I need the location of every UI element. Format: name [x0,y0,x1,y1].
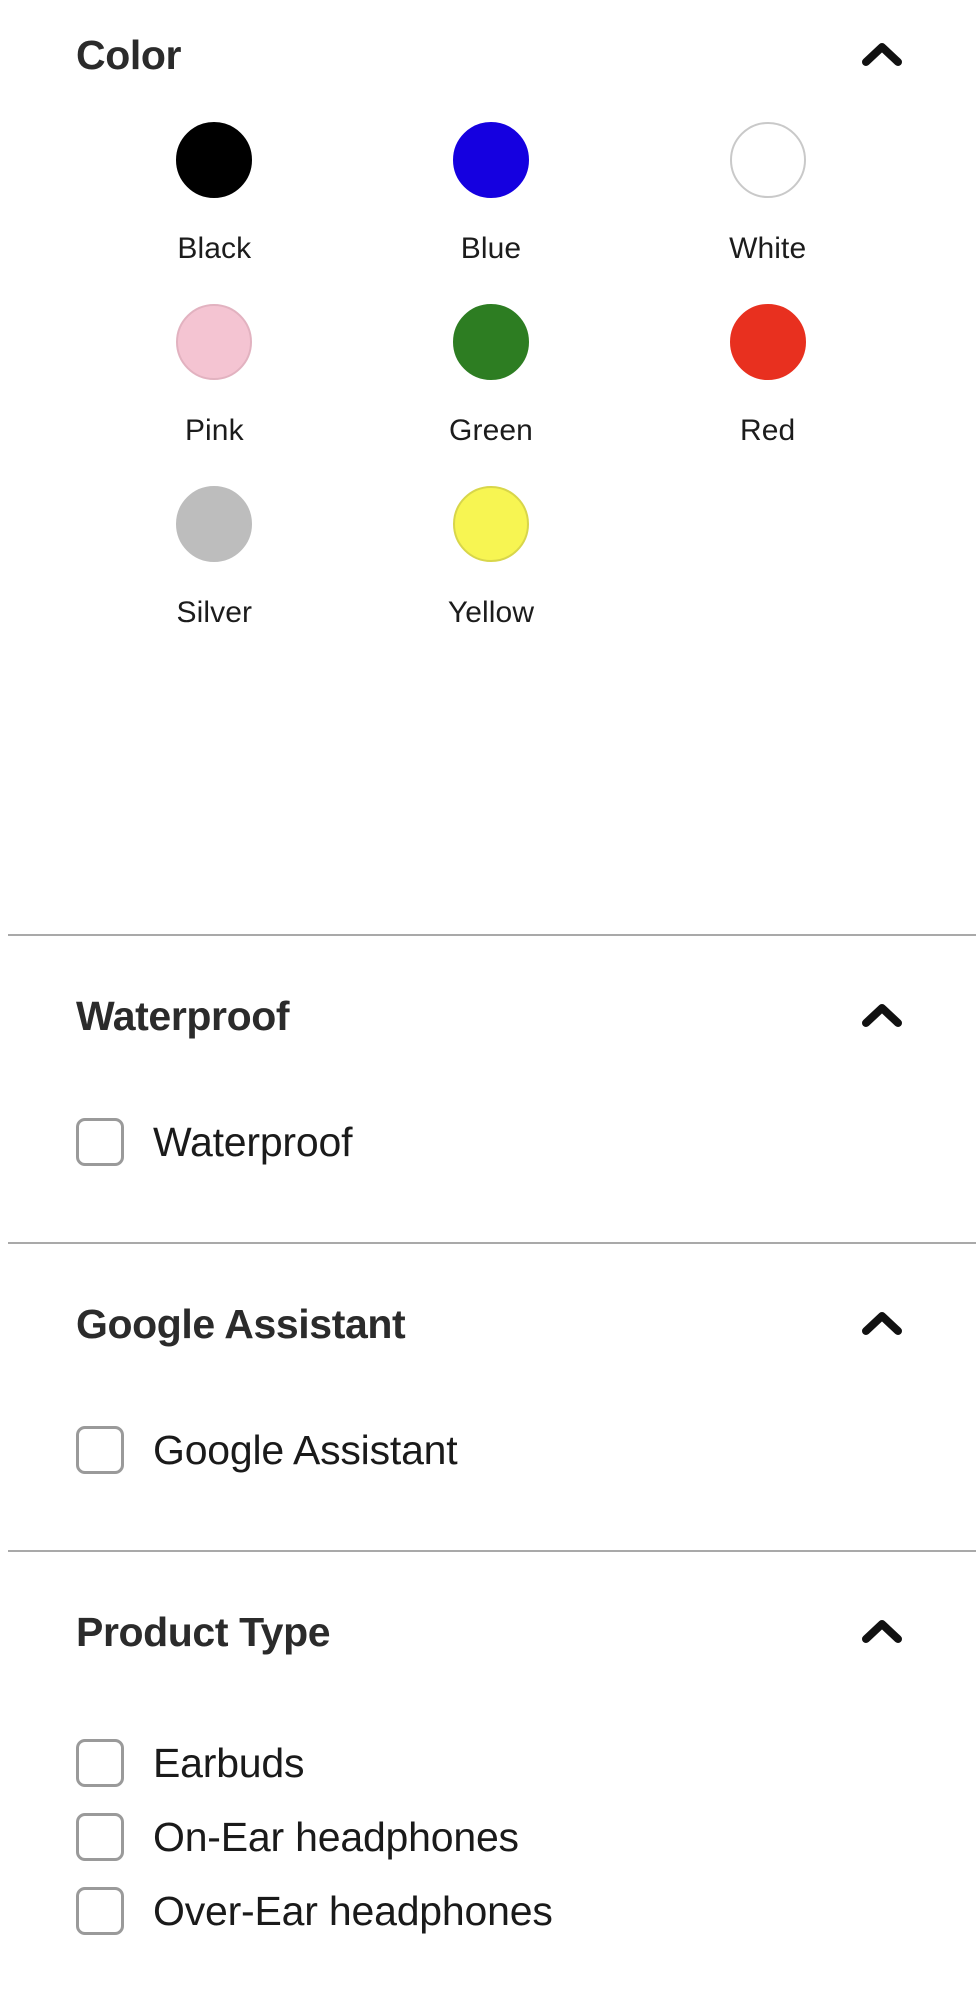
chevron-up-icon[interactable] [860,40,904,70]
section-title-product-type: Product Type [76,1612,330,1653]
checkbox-google-assistant[interactable] [76,1426,124,1474]
checkbox-label-earbuds: Earbuds [153,1743,304,1784]
section-title-waterproof: Waterproof [76,996,289,1037]
google-assistant-option-list: Google Assistant [10,1426,966,1474]
color-dot-white [730,122,806,198]
color-swatch-black[interactable]: Black [76,122,353,304]
color-dot-black [176,122,252,198]
checkbox-label-google-assistant: Google Assistant [153,1430,457,1471]
checkbox-row-over-ear-headphones[interactable]: Over-Ear headphones [76,1874,966,1948]
filter-section-waterproof: Waterproof Waterproof [0,968,976,1166]
checkbox-label-waterproof: Waterproof [153,1122,352,1163]
checkbox-row-earbuds[interactable]: Earbuds [76,1726,966,1800]
section-title-google-assistant: Google Assistant [76,1304,405,1345]
checkbox-row-google-assistant[interactable]: Google Assistant [76,1426,966,1474]
checkbox-over-ear-headphones[interactable] [76,1887,124,1935]
color-swatch-empty [629,486,906,668]
checkbox-on-ear-headphones[interactable] [76,1813,124,1861]
checkbox-label-over-ear-headphones: Over-Ear headphones [153,1891,553,1932]
color-swatch-green[interactable]: Green [353,304,630,486]
section-header-product-type[interactable]: Product Type [10,1584,966,1680]
checkbox-label-on-ear-headphones: On-Ear headphones [153,1817,519,1858]
color-dot-pink [176,304,252,380]
chevron-up-icon[interactable] [860,1309,904,1339]
checkbox-row-waterproof[interactable]: Waterproof [76,1118,966,1166]
section-header-color[interactable]: Color [10,0,966,110]
color-swatch-pink[interactable]: Pink [76,304,353,486]
section-header-google-assistant[interactable]: Google Assistant [10,1276,966,1372]
color-label-red: Red [740,416,795,446]
color-label-green: Green [449,416,533,446]
section-divider [8,934,976,936]
color-swatch-red[interactable]: Red [629,304,906,486]
chevron-up-icon[interactable] [860,1617,904,1647]
filter-section-product-type: Product Type Earbuds On-Ear headphones O… [0,1584,976,1948]
waterproof-option-list: Waterproof [10,1118,966,1166]
color-label-blue: Blue [461,234,521,264]
product-type-option-list: Earbuds On-Ear headphones Over-Ear headp… [10,1726,966,1948]
color-swatch-yellow[interactable]: Yellow [353,486,630,668]
color-swatch-white[interactable]: White [629,122,906,304]
color-label-silver: Silver [177,598,253,628]
section-divider [8,1242,976,1244]
section-header-waterproof[interactable]: Waterproof [10,968,966,1064]
color-dot-green [453,304,529,380]
checkbox-earbuds[interactable] [76,1739,124,1787]
color-dot-yellow [453,486,529,562]
section-title-color: Color [76,35,181,76]
checkbox-row-on-ear-headphones[interactable]: On-Ear headphones [76,1800,966,1874]
color-label-white: White [729,234,806,264]
checkbox-waterproof[interactable] [76,1118,124,1166]
color-dot-red [730,304,806,380]
color-label-pink: Pink [185,416,244,446]
section-divider [8,1550,976,1552]
color-label-yellow: Yellow [448,598,534,628]
color-swatch-blue[interactable]: Blue [353,122,630,304]
color-swatch-grid: Black Blue White Pink Green Red [10,122,966,668]
color-label-black: Black [177,234,251,264]
chevron-up-icon[interactable] [860,1001,904,1031]
color-dot-blue [453,122,529,198]
color-swatch-silver[interactable]: Silver [76,486,353,668]
filter-section-google-assistant: Google Assistant Google Assistant [0,1276,976,1474]
filter-section-color: Color Black Blue White Pink [0,0,976,668]
color-dot-silver [176,486,252,562]
